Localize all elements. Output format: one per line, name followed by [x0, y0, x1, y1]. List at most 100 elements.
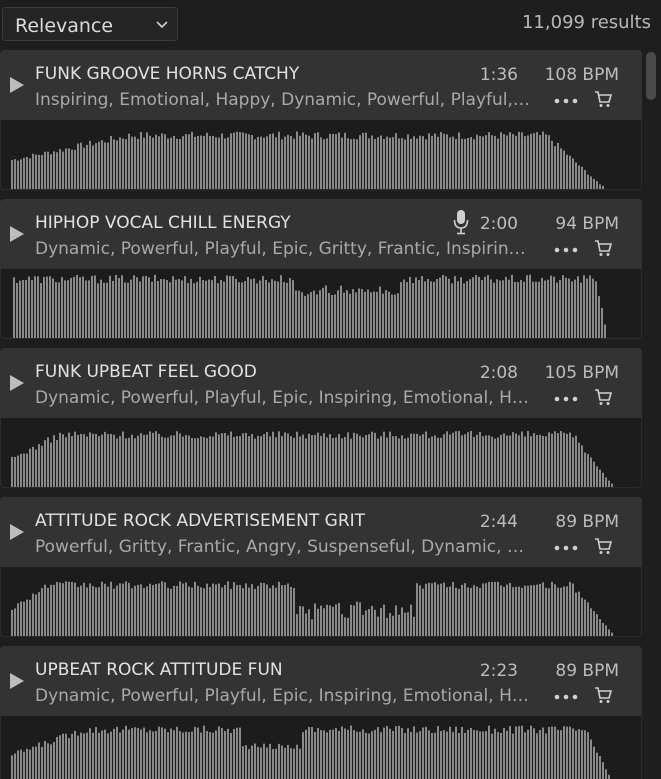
waveform-bar [142, 276, 144, 338]
waveform-bar [388, 291, 390, 338]
waveform-bar [446, 587, 448, 636]
waveform-bar [395, 436, 397, 487]
waveform-bar [566, 154, 568, 189]
play-icon[interactable] [9, 374, 25, 392]
waveform-bar [275, 437, 277, 487]
waveform-bar [413, 136, 415, 189]
waveform-bar [338, 602, 340, 636]
track-title[interactable]: FUNK UPBEAT FEEL GOOD [35, 362, 257, 382]
waveform-bar [488, 725, 490, 779]
waveform-bar [317, 432, 319, 487]
waveform-bar [400, 282, 402, 338]
waveform-bar [425, 139, 427, 189]
waveform-bar [563, 432, 565, 487]
waveform-bar [145, 275, 147, 338]
track-title[interactable]: UPBEAT ROCK ATTITUDE FUN [35, 660, 283, 680]
track-header[interactable]: FUNK GROOVE HORNS CATCHY Inspiring, Emot… [0, 50, 642, 120]
waveform-bar [53, 435, 55, 487]
waveform-bar [448, 278, 450, 338]
waveform-bar [188, 435, 190, 487]
play-icon[interactable] [9, 523, 25, 541]
play-icon[interactable] [9, 672, 25, 690]
track-header[interactable]: ATTITUDE ROCK ADVERTISEMENT GRIT Powerfu… [0, 497, 642, 567]
waveform[interactable] [0, 716, 642, 779]
waveform[interactable] [0, 120, 642, 190]
track-bpm: 105 BPM [544, 363, 619, 383]
waveform-bar [428, 730, 430, 779]
track-header[interactable]: FUNK UPBEAT FEEL GOOD Dynamic, Powerful,… [0, 348, 642, 418]
waveform-bar [341, 726, 343, 779]
more-icon[interactable] [554, 98, 578, 104]
waveform-bar [377, 438, 379, 487]
waveform-bar [64, 280, 66, 338]
play-icon[interactable] [9, 76, 25, 94]
waveform-bar [293, 588, 295, 636]
waveform-bar [494, 728, 496, 779]
more-icon[interactable] [554, 545, 578, 551]
cart-icon[interactable] [594, 686, 612, 704]
waveform-bar [473, 730, 475, 779]
waveform-bar [176, 138, 178, 189]
waveform-bar [413, 726, 415, 779]
waveform-bar [463, 283, 465, 338]
track-duration: 2:44 [479, 512, 518, 532]
waveform-bar [79, 277, 81, 338]
waveform-graphic [11, 430, 613, 487]
sort-dropdown[interactable]: Relevance [2, 7, 178, 41]
waveform-bar [260, 436, 262, 487]
waveform-bar [329, 729, 331, 779]
track-title[interactable]: HIPHOP VOCAL CHILL ENERGY [35, 213, 291, 233]
waveform-bar [113, 728, 115, 779]
cart-icon[interactable] [594, 90, 612, 108]
more-icon[interactable] [554, 694, 578, 700]
waveform-bar [434, 582, 436, 636]
waveform-bar [311, 435, 313, 487]
waveform-bar [194, 136, 196, 189]
waveform-bar [248, 134, 250, 189]
waveform-bar [251, 434, 253, 487]
cart-icon[interactable] [594, 388, 612, 406]
waveform[interactable] [0, 269, 642, 339]
scrollbar-thumb[interactable] [646, 52, 656, 100]
waveform-bar [118, 277, 120, 338]
cart-icon[interactable] [594, 239, 612, 257]
track-header[interactable]: UPBEAT ROCK ATTITUDE FUN Dynamic, Powerf… [0, 646, 642, 716]
waveform-bar [461, 727, 463, 779]
waveform-bar [146, 434, 148, 487]
waveform-bar [47, 587, 49, 636]
waveform-bar [47, 437, 49, 487]
waveform-bar [200, 135, 202, 189]
waveform-bar [602, 762, 604, 779]
track-title[interactable]: FUNK GROOVE HORNS CATCHY [35, 64, 299, 84]
waveform-bar [50, 584, 52, 636]
waveform-bar [488, 132, 490, 189]
waveform-bar [572, 728, 574, 779]
waveform-bar [512, 587, 514, 636]
waveform-bar [154, 274, 156, 338]
more-icon[interactable] [554, 247, 578, 253]
waveform-bar [128, 437, 130, 487]
waveform-bar [605, 769, 607, 779]
waveform-bar [283, 282, 285, 338]
waveform-bar [490, 279, 492, 338]
waveform-bar [419, 731, 421, 779]
waveform-bar [452, 432, 454, 487]
play-icon[interactable] [9, 225, 25, 243]
track-title[interactable]: ATTITUDE ROCK ADVERTISEMENT GRIT [35, 511, 365, 531]
more-icon[interactable] [554, 396, 578, 402]
scrollbar[interactable] [642, 50, 661, 779]
waveform-bar [158, 433, 160, 487]
track-header[interactable]: HIPHOP VOCAL CHILL ENERGY Dynamic, Power… [0, 199, 642, 269]
waveform-bar [227, 137, 229, 189]
waveform-bar [524, 732, 526, 779]
waveform[interactable] [0, 567, 642, 637]
waveform[interactable] [0, 418, 642, 488]
waveform-bar [479, 587, 481, 636]
waveform-bar [593, 179, 595, 189]
waveform-bar [173, 435, 175, 487]
waveform-bar [185, 731, 187, 779]
waveform-bar [125, 581, 127, 636]
waveform-bar [155, 431, 157, 487]
waveform-bar [503, 134, 505, 189]
cart-icon[interactable] [594, 537, 612, 555]
